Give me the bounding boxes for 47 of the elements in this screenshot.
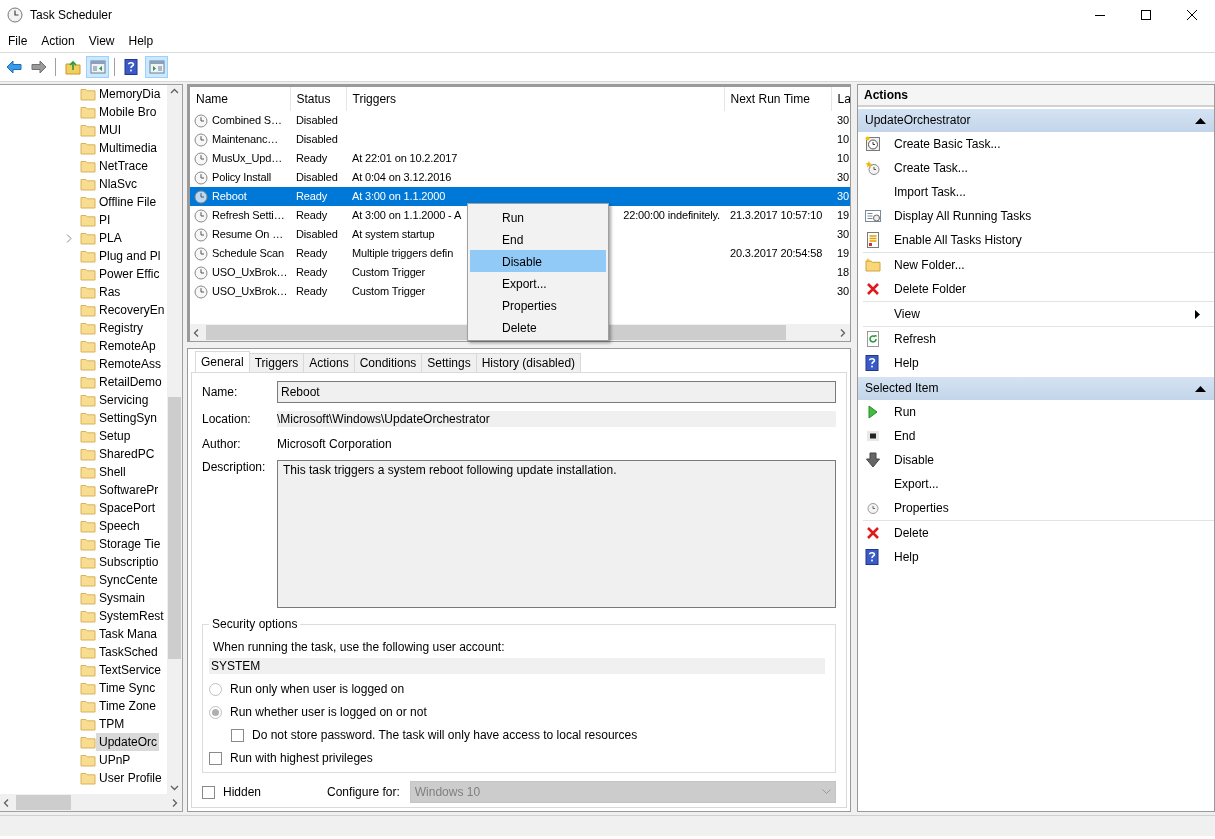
table-cell: Disabled xyxy=(296,170,338,183)
table-cell: 22:00:00 indefinitely. xyxy=(623,208,720,223)
table-cell: At 22:01 on 10.2.2017 xyxy=(352,151,458,166)
table-cell: 30 xyxy=(837,170,849,183)
pane-title: Actions xyxy=(864,87,908,103)
field-label: Configure for: xyxy=(327,784,400,800)
table-cell: Ready xyxy=(296,284,328,297)
group-title: Security options xyxy=(209,617,301,632)
table-cell: Ready xyxy=(296,208,328,221)
table-cell: Custom Trigger xyxy=(352,265,426,280)
table-cell: 30 xyxy=(837,284,849,297)
table-cell: Disabled xyxy=(296,132,338,145)
table-cell: At 3:00 on 1.1.2000 - A xyxy=(352,208,462,223)
account-prompt: When running the task, use the following user account: xyxy=(212,640,506,655)
table-cell: 18 xyxy=(837,265,849,278)
table-cell: 19 xyxy=(837,208,849,221)
checkbox-label: Hidden xyxy=(223,784,262,800)
table-cell: 30 xyxy=(837,227,849,240)
window-title: Task Scheduler xyxy=(30,7,113,23)
account-field: SYSTEM xyxy=(209,658,825,674)
table-cell: Disabled xyxy=(296,113,338,126)
table-cell: At 0:04 on 3.12.2016 xyxy=(352,170,452,185)
table-cell: At 3:00 on 1.1.2000 xyxy=(352,189,446,204)
option-label: Run only when user is logged on xyxy=(230,682,405,697)
table-cell: 19 xyxy=(837,246,849,259)
field-label: Name: xyxy=(202,384,239,400)
table-cell: Ready xyxy=(296,246,328,259)
field-label: Author: xyxy=(202,437,242,452)
table-cell: 20.3.2017 20:54:58 xyxy=(730,246,823,259)
table-cell: Ready xyxy=(296,265,328,278)
table-cell: Disabled xyxy=(296,227,338,240)
table-cell: Multiple triggers defin xyxy=(352,246,454,261)
table-cell: Ready xyxy=(296,151,328,164)
table-cell: Ready xyxy=(296,189,328,202)
author-text: Microsoft Corporation xyxy=(277,437,392,452)
table-cell: 30 xyxy=(837,113,849,126)
table-cell: 10 xyxy=(837,151,849,164)
option-label: Run whether user is logged on or not xyxy=(230,705,427,720)
field-label: Description: xyxy=(202,460,267,475)
table-cell: 10 xyxy=(837,132,849,145)
checkbox-label: Do not store password. The task will only have access to local resources xyxy=(252,728,638,743)
table-cell: Custom Trigger xyxy=(352,284,426,299)
table-cell: 21.3.2017 10:57:10 xyxy=(730,208,823,221)
checkbox-label: Run with highest privileges xyxy=(230,751,373,766)
table-cell: At system startup xyxy=(352,227,435,242)
field-label: Location: xyxy=(202,411,252,427)
table-cell: 30 xyxy=(837,189,849,202)
